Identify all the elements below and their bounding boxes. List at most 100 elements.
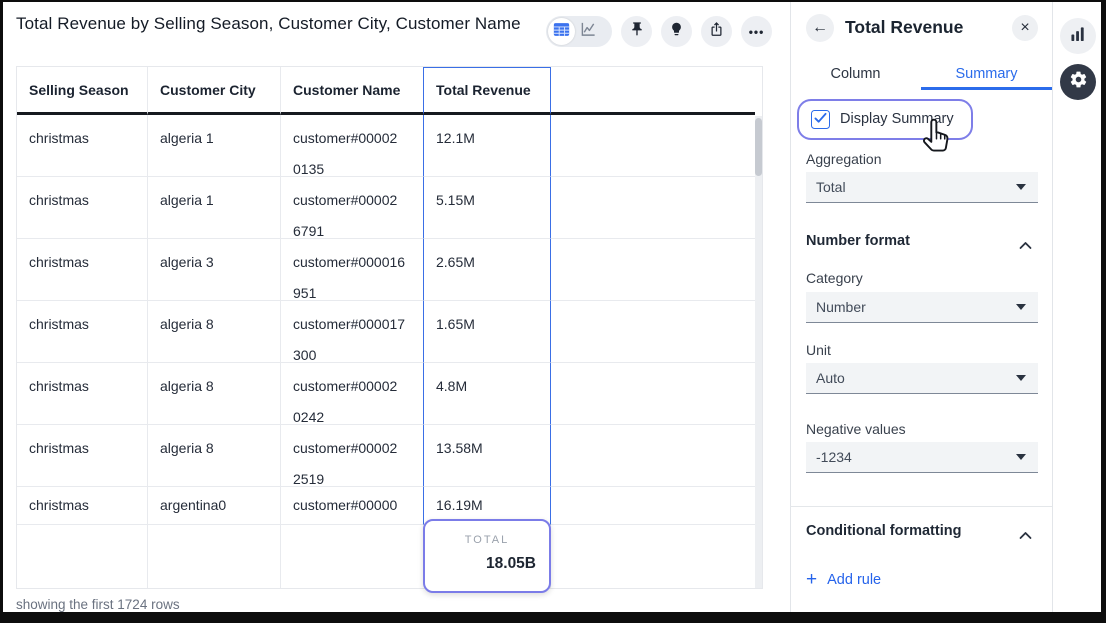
table-cell[interactable]: algeria 8 — [148, 363, 281, 425]
table-cell[interactable]: 4.8M — [423, 363, 551, 425]
view-toggle — [546, 16, 612, 47]
column-header-total-revenue[interactable]: Total Revenue — [423, 67, 551, 115]
settings-button[interactable] — [1060, 64, 1096, 100]
row-count-status: showing the first 1724 rows — [16, 597, 180, 612]
table-cell[interactable]: christmas — [17, 425, 148, 487]
panel-title: Total Revenue — [845, 17, 963, 38]
chevron-up-icon[interactable] — [1019, 527, 1032, 545]
table-cell[interactable]: algeria 8 — [148, 301, 281, 363]
tab-summary[interactable]: Summary — [921, 60, 1052, 88]
table-cell[interactable]: customer#00000 — [281, 487, 423, 525]
table-scrollbar[interactable] — [755, 116, 762, 588]
conditional-formatting-section-title[interactable]: Conditional formatting — [806, 523, 961, 539]
table-cell-empty — [551, 301, 755, 363]
active-tab-underline — [921, 87, 1052, 90]
table-cell[interactable]: algeria 3 — [148, 239, 281, 301]
chart-config-button[interactable] — [1060, 18, 1096, 54]
table-cell-empty — [551, 487, 755, 525]
table-cell[interactable]: christmas — [17, 239, 148, 301]
table-cell-empty — [551, 425, 755, 487]
table-cell[interactable]: argentina0 — [148, 487, 281, 525]
table-cell[interactable]: christmas — [17, 363, 148, 425]
table-cell[interactable]: customer#00002 0242 — [281, 363, 423, 425]
chevron-up-icon[interactable] — [1019, 237, 1032, 255]
table-cell[interactable]: 1.65M — [423, 301, 551, 363]
category-value: Number — [816, 299, 866, 315]
unit-select[interactable]: Auto — [806, 363, 1038, 394]
panel-back-button[interactable]: ← — [806, 14, 834, 42]
table-cell[interactable]: customer#000017 300 — [281, 301, 423, 363]
data-table: Selling Season Customer City Customer Na… — [16, 66, 763, 589]
close-icon: × — [1020, 19, 1029, 37]
pin-button[interactable] — [621, 16, 652, 47]
table-cell[interactable]: christmas — [17, 115, 148, 177]
table-cell[interactable]: 2.65M — [423, 239, 551, 301]
panel-divider — [790, 2, 791, 612]
table-cell[interactable]: algeria 1 — [148, 115, 281, 177]
table-cell[interactable]: algeria 8 — [148, 425, 281, 487]
table-cell-empty — [17, 525, 148, 588]
unit-value: Auto — [816, 370, 845, 386]
add-rule-label: Add rule — [827, 572, 881, 588]
table-view-icon — [553, 22, 570, 42]
tab-column[interactable]: Column — [790, 60, 921, 88]
caret-down-icon — [1016, 454, 1026, 460]
negative-values-value: -1234 — [816, 449, 852, 465]
unit-label: Unit — [806, 342, 831, 358]
table-cell[interactable]: customer#00002 6791 — [281, 177, 423, 239]
insights-button[interactable] — [661, 16, 692, 47]
table-cell[interactable]: christmas — [17, 487, 148, 525]
table-cell[interactable]: algeria 1 — [148, 177, 281, 239]
total-summary-box: TOTAL 18.05B — [423, 519, 551, 593]
table-cell[interactable]: 12.1M — [423, 115, 551, 177]
lightbulb-icon — [669, 21, 684, 42]
table-cell-empty — [551, 115, 755, 177]
table-view-button[interactable] — [548, 18, 575, 45]
column-header-customer-name[interactable]: Customer Name — [281, 67, 423, 115]
negative-values-label: Negative values — [806, 421, 906, 437]
table-cell-empty — [281, 525, 423, 588]
aggregation-select[interactable]: Total — [806, 172, 1038, 203]
table-cell[interactable]: christmas — [17, 177, 148, 239]
table-cell[interactable]: customer#00002 2519 — [281, 425, 423, 487]
rail-divider — [1052, 2, 1053, 612]
total-summary-value: 18.05B — [425, 555, 549, 573]
table-cell[interactable]: customer#00002 0135 — [281, 115, 423, 177]
aggregation-value: Total — [816, 179, 846, 195]
share-button[interactable] — [701, 16, 732, 47]
total-summary-label: TOTAL — [425, 534, 549, 546]
table-cell[interactable]: christmas — [17, 301, 148, 363]
category-label: Category — [806, 270, 863, 286]
more-icon: ••• — [749, 25, 765, 39]
column-header-customer-city[interactable]: Customer City — [148, 67, 281, 115]
table-cell[interactable]: 5.15M — [423, 177, 551, 239]
table-cell-empty — [551, 239, 755, 301]
table-cell-empty — [551, 363, 755, 425]
more-button[interactable]: ••• — [741, 16, 772, 47]
table-cell-empty — [148, 525, 281, 588]
table-cell[interactable]: 13.58M — [423, 425, 551, 487]
table-scrollbar-thumb[interactable] — [755, 118, 762, 176]
table-cell-empty — [551, 177, 755, 239]
table-grid: Selling Season Customer City Customer Na… — [17, 67, 755, 588]
table-cell-empty — [551, 525, 755, 588]
negative-values-select[interactable]: -1234 — [806, 442, 1038, 473]
panel-close-button[interactable]: × — [1012, 15, 1038, 41]
gear-icon — [1069, 70, 1088, 94]
column-header-empty — [551, 67, 755, 115]
chart-view-button[interactable] — [575, 18, 602, 45]
column-header-selling-season[interactable]: Selling Season — [17, 67, 148, 115]
section-divider — [790, 506, 1052, 507]
answer-toolbar: ••• — [546, 16, 772, 47]
back-arrow-icon: ← — [812, 19, 828, 37]
app-window: Total Revenue by Selling Season, Custome… — [0, 0, 1106, 623]
number-format-section-title[interactable]: Number format — [806, 233, 910, 249]
add-rule-button[interactable]: + Add rule — [806, 570, 881, 589]
plus-icon: + — [806, 570, 817, 589]
answer-title: Total Revenue by Selling Season, Custome… — [16, 14, 521, 34]
caret-down-icon — [1016, 184, 1026, 190]
category-select[interactable]: Number — [806, 292, 1038, 323]
cursor-pointer — [919, 117, 955, 160]
table-cell[interactable]: customer#000016 951 — [281, 239, 423, 301]
bar-chart-icon — [1070, 26, 1087, 47]
